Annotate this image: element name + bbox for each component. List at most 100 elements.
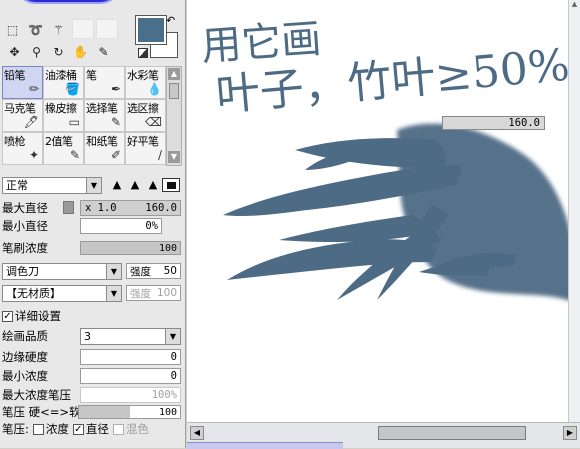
edge-hardness-field[interactable]: 0 [80,349,181,365]
brush-label: 好平笔 [127,135,159,148]
brush-marker[interactable]: 马克笔 🖊 [2,99,43,132]
brush-eraser[interactable]: 橡皮擦 ▭ [43,99,84,132]
brush-label: 和纸笔 [86,135,118,148]
edge-hardness-label: 边缘硬度 [2,350,48,364]
edge-hardness-value: 0 [170,351,177,363]
marker-icon: 🖊 [23,115,39,129]
brush-binary-pen[interactable]: 2值笔 ✎ [43,132,84,165]
lasso-icon[interactable]: ➰ [26,20,45,39]
tool-slot [72,19,94,39]
pressure-slider[interactable]: 100 [78,405,181,419]
flat-brush-icon: ∕ [157,148,162,162]
size-multiplier-dropdown[interactable] [63,201,74,214]
hand-icon[interactable]: ✋ [71,42,90,61]
select-eraser-icon: ⌫ [145,115,162,129]
soft-edge-shape-icon[interactable]: ▲ [144,178,162,192]
binary-pen-icon: ✎ [69,148,80,162]
texture-value: 【无材质】 [6,287,61,300]
brush-airbrush[interactable]: 喷枪 ✦ [2,132,43,165]
scroll-thumb[interactable] [169,83,179,99]
brush-pencil[interactable]: 铅笔 ✏ [2,66,43,99]
horizontal-scrollbar[interactable]: ◀ ▶ [187,422,580,449]
min-density-field[interactable]: 0 [80,368,181,384]
medium-edge-shape-icon[interactable]: ▲ [126,178,144,192]
navigator-ring[interactable] [14,0,122,4]
square-shape-icon[interactable] [162,178,180,192]
brush-grid-scrollbar[interactable]: ▲ ▼ [166,66,182,166]
foreground-color-swatch[interactable] [135,15,167,45]
min-size-row: 最小直径 [2,217,48,235]
brush-watercolor[interactable]: 水彩笔 💧 [125,66,166,99]
zoom-icon[interactable]: ⚲ [27,42,46,61]
max-pressure-field: 100% [80,387,181,403]
brush-label: 笔 [86,69,97,82]
pencil-icon: ✏ [28,82,39,96]
strength-value: 50 [163,265,177,277]
brush-label: 水彩笔 [127,69,159,82]
scroll-up-icon[interactable]: ▲ [569,0,580,10]
select-pen-icon: ✎ [110,115,121,129]
texture-strength-field: 强度 100 [126,285,181,301]
pressure-options-row: 笔压: 浓度 ✓ 直径 混色 [2,420,149,438]
tool-slot [96,19,118,39]
max-size-label: 最大直径 [2,201,48,215]
detail-settings-row[interactable]: ✓ 详细设置 [2,307,61,325]
quality-row: 绘画品质 [2,327,48,345]
opt-density-checkbox[interactable] [32,423,44,435]
swap-colors-icon[interactable]: ↶ [166,14,175,27]
detail-settings-label: 详细设置 [15,309,61,323]
texture-strength-value: 100 [156,287,177,299]
rotate-icon[interactable]: ↻ [49,42,68,61]
brush-bucket[interactable]: 油漆桶 🪣 [43,66,84,99]
density-slider[interactable]: 100 [80,241,181,255]
brush-flat-brush[interactable]: 好平笔 ∕ [125,132,166,165]
opt-blend-label: 混色 [125,422,149,436]
brush-label: 铅笔 [4,69,26,82]
pressure-options-label: 笔压: [2,422,29,436]
brush-pen[interactable]: 笔 ✒ [84,66,125,99]
opt-size-checkbox[interactable]: ✓ [72,423,84,435]
strength-field[interactable]: 强度 50 [126,263,181,279]
eraser-icon: ▭ [68,115,80,129]
min-size-field[interactable]: 0% [80,218,162,234]
quality-select[interactable]: 3 ▼ [80,328,181,345]
reset-colors-icon[interactable] [138,48,148,58]
texture-select[interactable]: 【无材质】 ▼ [2,285,122,302]
brush-washi-pen[interactable]: 和纸笔 ✐ [84,132,125,165]
opt-density-label: 浓度 [45,422,69,436]
watercolor-icon: 💧 [147,82,162,96]
pressure-row: 笔压 硬<=>软 [2,403,81,421]
scroll-left-icon[interactable]: ◀ [190,426,204,440]
edge-hardness-row: 边缘硬度 [2,348,48,366]
min-density-value: 0 [170,370,177,382]
blend-tool-select[interactable]: 调色刀 ▼ [2,263,122,280]
detail-settings-checkbox[interactable]: ✓ [2,310,13,322]
density-label: 笔刷浓度 [2,241,48,255]
move-icon[interactable]: ✥ [5,42,24,61]
chevron-down-icon: ▼ [165,329,180,344]
brush-select-pen[interactable]: 选择笔 ✎ [84,99,125,132]
blend-mode-value: 正常 [6,179,28,192]
blend-tool-value: 调色刀 [6,265,39,278]
blend-mode-select[interactable]: 正常 ▼ [2,177,102,194]
brush-select-eraser[interactable]: 选区擦 ⌫ [125,99,166,132]
marquee-icon[interactable]: ⬚ [3,20,22,39]
vertical-scrollbar[interactable]: ▲ [568,0,580,422]
magic-wand-icon[interactable]: ⚚ [49,20,68,39]
scroll-right-icon[interactable]: ▶ [563,426,577,440]
drawing-canvas[interactable]: 用它画 叶子，竹叶≥50% 160.0 [187,0,580,422]
bucket-icon: 🪣 [65,82,80,96]
brush-label: 选区擦 [127,102,159,115]
hard-edge-shape-icon[interactable]: ▲ [108,178,126,192]
horizontal-scroll-thumb[interactable] [378,426,526,440]
chevron-down-icon: ▼ [106,286,121,301]
max-size-multiplier: x 1.0 [85,202,117,214]
scroll-up-icon[interactable]: ▲ [168,68,180,80]
eyedropper-icon[interactable]: ✎ [94,42,113,61]
scroll-down-icon[interactable]: ▼ [168,151,180,163]
airbrush-icon: ✦ [28,148,39,162]
brush-size-popup-value: 160.0 [508,117,540,129]
max-size-field[interactable]: x 1.0 160.0 [80,200,181,216]
opt-size-label: 直径 [85,422,109,436]
brush-size-popup: 160.0 [442,116,545,130]
